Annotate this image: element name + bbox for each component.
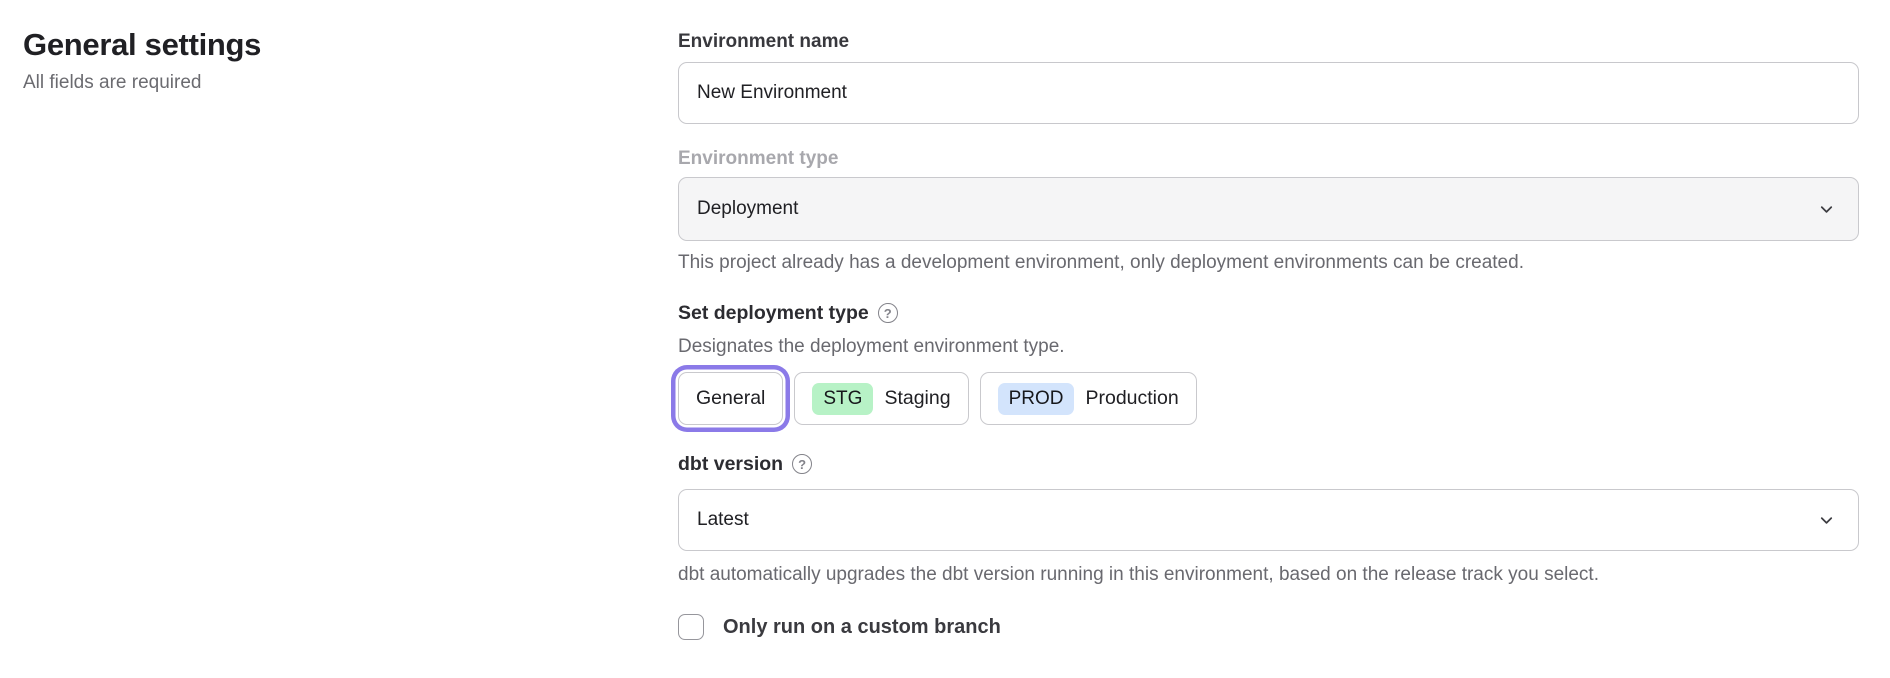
production-badge: PROD: [998, 383, 1075, 415]
staging-badge: STG: [812, 383, 873, 415]
environment-name-input[interactable]: [678, 62, 1859, 124]
deployment-type-staging-button[interactable]: STG Staging: [794, 372, 968, 425]
page-heading: General settings All fields are required: [23, 27, 261, 94]
dbt-version-value: Latest: [697, 509, 749, 531]
dbt-version-select[interactable]: Latest: [678, 489, 1859, 551]
dbt-version-header: dbt version ?: [678, 452, 1859, 476]
environment-type-helper: This project already has a development e…: [678, 252, 1859, 274]
chevron-down-icon: [1817, 200, 1836, 219]
environment-type-label: Environment type: [678, 148, 1859, 170]
deployment-type-helper: Designates the deployment environment ty…: [678, 336, 1859, 358]
environment-name-label: Environment name: [678, 31, 1859, 53]
deployment-type-options: General STG Staging PROD Production: [678, 372, 1859, 425]
page-subtitle: All fields are required: [23, 72, 261, 94]
deployment-type-general-button[interactable]: General: [678, 372, 783, 425]
general-settings-form: Environment name Environment type Deploy…: [678, 0, 1859, 640]
general-button-label: General: [696, 387, 765, 410]
environment-type-select: Deployment: [678, 177, 1859, 241]
staging-button-label: Staging: [884, 387, 950, 410]
chevron-down-icon: [1817, 511, 1836, 530]
help-icon[interactable]: ?: [878, 303, 898, 323]
custom-branch-row: Only run on a custom branch: [678, 614, 1859, 640]
custom-branch-checkbox[interactable]: [678, 614, 704, 640]
deployment-type-header: Set deployment type ?: [678, 301, 1859, 325]
dbt-version-label: dbt version: [678, 453, 783, 476]
custom-branch-label: Only run on a custom branch: [723, 616, 1001, 639]
environment-type-value: Deployment: [697, 198, 798, 220]
page-title: General settings: [23, 27, 261, 63]
dbt-version-helper: dbt automatically upgrades the dbt versi…: [678, 564, 1859, 586]
deployment-type-production-button[interactable]: PROD Production: [980, 372, 1197, 425]
deployment-type-label: Set deployment type: [678, 302, 869, 325]
help-icon[interactable]: ?: [792, 454, 812, 474]
production-button-label: Production: [1085, 387, 1178, 410]
